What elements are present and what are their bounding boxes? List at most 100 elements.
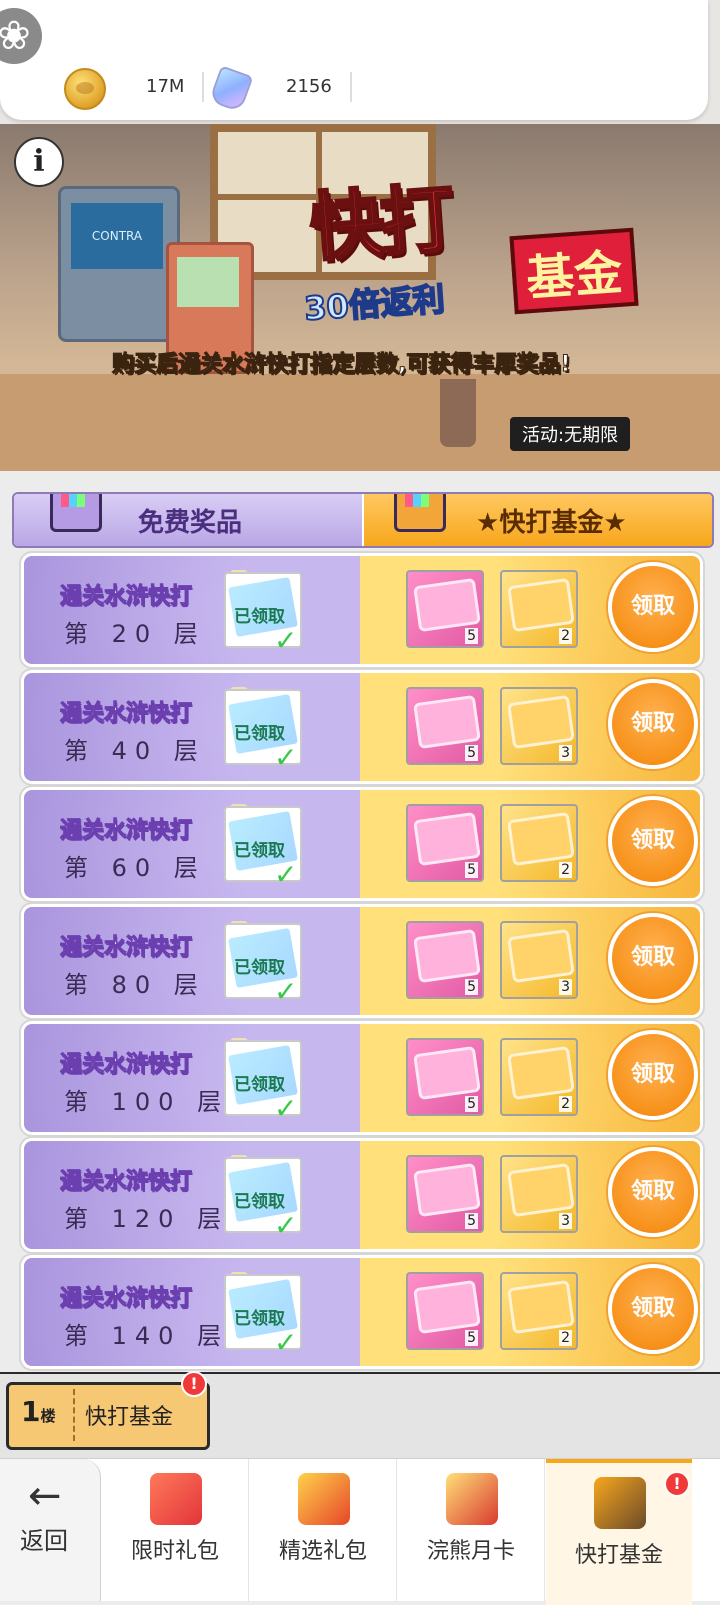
check-icon: ✓ bbox=[274, 741, 298, 774]
pink-ticket-icon bbox=[413, 577, 481, 633]
claim-button[interactable]: 领取 bbox=[608, 1264, 698, 1354]
tab-raccoon-card[interactable]: 浣熊月卡 bbox=[398, 1459, 545, 1601]
item-quantity: 3 bbox=[559, 979, 572, 995]
claim-button[interactable]: 领取 bbox=[608, 1030, 698, 1120]
row-floor: 第 120 层 bbox=[64, 1205, 230, 1233]
fund-reward-panel: 5 2 领取 bbox=[360, 790, 700, 898]
gold-ticket-item[interactable]: 3 bbox=[500, 921, 578, 999]
item-quantity: 5 bbox=[465, 1213, 478, 1229]
tab-free-label: 免费奖品 bbox=[138, 508, 243, 538]
free-reward-panel: 通关水浒快打 第 60 层 已领取 ✓ bbox=[24, 790, 360, 898]
tab-limited-gift[interactable]: 限时礼包 bbox=[102, 1459, 249, 1601]
gold-ticket-icon bbox=[507, 1279, 575, 1335]
row-title: 通关水浒快打 bbox=[59, 1169, 193, 1195]
tab-free-rewards[interactable]: 免费奖品 bbox=[14, 494, 362, 546]
gold-ticket-item[interactable]: 2 bbox=[500, 804, 578, 882]
item-quantity: 5 bbox=[465, 628, 478, 644]
reward-row: 通关水浒快打 第 100 层 已领取 ✓ 5 2 领取 bbox=[24, 1024, 700, 1132]
pink-ticket-item[interactable]: 5 bbox=[406, 687, 484, 765]
back-button[interactable]: ← 返回 bbox=[0, 1459, 101, 1601]
item-quantity: 2 bbox=[559, 1330, 572, 1346]
gold-ticket-icon bbox=[507, 577, 575, 633]
banner-title-fund: 基金 bbox=[509, 227, 639, 315]
tab-fund-label: ★快打基金★ bbox=[476, 508, 627, 538]
divider bbox=[350, 72, 352, 102]
check-icon: ✓ bbox=[274, 975, 298, 1008]
row-floor: 第 100 层 bbox=[64, 1088, 230, 1116]
item-quantity: 3 bbox=[559, 745, 572, 761]
check-icon: ✓ bbox=[274, 1326, 298, 1359]
item-quantity: 5 bbox=[465, 1330, 478, 1346]
resource-card: ❀ 17M 2156 bbox=[0, 0, 708, 120]
reward-row: 通关水浒快打 第 40 层 已领取 ✓ 5 3 领取 bbox=[24, 673, 700, 781]
tab-label: 限时礼包 bbox=[130, 1539, 219, 1564]
claim-button[interactable]: 领取 bbox=[608, 679, 698, 769]
pink-ticket-icon bbox=[413, 1279, 481, 1335]
claim-button[interactable]: 领取 bbox=[608, 1147, 698, 1237]
free-reward-panel: 通关水浒快打 第 80 层 已领取 ✓ bbox=[24, 907, 360, 1015]
gold-ticket-icon bbox=[507, 811, 575, 867]
reward-row: 通关水浒快打 第 60 层 已领取 ✓ 5 2 领取 bbox=[24, 790, 700, 898]
pink-ticket-item[interactable]: 5 bbox=[406, 570, 484, 648]
free-reward-panel: 通关水浒快打 第 20 层 已领取 ✓ bbox=[24, 556, 360, 664]
divider bbox=[202, 72, 204, 102]
claimed-ticket: 已领取 ✓ bbox=[224, 1157, 302, 1242]
claimed-ticket: 已领取 ✓ bbox=[224, 1040, 302, 1125]
gold-ticket-item[interactable]: 2 bbox=[500, 1038, 578, 1116]
duration-badge: 活动:无期限 bbox=[510, 417, 631, 451]
pink-ticket-item[interactable]: 5 bbox=[406, 1272, 484, 1350]
claim-button[interactable]: 领取 bbox=[608, 562, 698, 652]
claimed-ticket: 已领取 ✓ bbox=[224, 923, 302, 1008]
free-reward-panel: 通关水浒快打 第 100 层 已领取 ✓ bbox=[24, 1024, 360, 1132]
arcade-machine-art: CONTRA bbox=[58, 186, 180, 342]
gold-ticket-item[interactable]: 3 bbox=[500, 687, 578, 765]
star-icon: ★ bbox=[476, 508, 500, 538]
arcade-chest-icon bbox=[50, 494, 102, 532]
item-quantity: 3 bbox=[559, 1213, 572, 1229]
fund-reward-panel: 5 2 领取 bbox=[360, 1024, 700, 1132]
star-icon: ★ bbox=[603, 508, 627, 538]
check-icon: ✓ bbox=[274, 858, 298, 891]
pink-ticket-item[interactable]: 5 bbox=[406, 1038, 484, 1116]
divider bbox=[73, 1389, 75, 1441]
floor-tag[interactable]: 1楼 快打基金 ! bbox=[6, 1371, 210, 1450]
pink-ticket-item[interactable]: 5 bbox=[406, 921, 484, 999]
row-title: 通关水浒快打 bbox=[59, 1286, 193, 1312]
row-title: 通关水浒快打 bbox=[59, 818, 193, 844]
tab-fund-active[interactable]: 快打基金 ! bbox=[546, 1459, 692, 1605]
item-quantity: 2 bbox=[559, 1096, 572, 1112]
item-quantity: 2 bbox=[559, 862, 572, 878]
check-icon: ✓ bbox=[274, 624, 298, 657]
pink-ticket-item[interactable]: 5 bbox=[406, 1155, 484, 1233]
desc-after: 指定层数,可获得丰厚奖品! bbox=[310, 352, 571, 378]
desc-before: 购买后通关 bbox=[111, 352, 223, 378]
tab-selected-gift[interactable]: 精选礼包 bbox=[250, 1459, 397, 1601]
item-quantity: 2 bbox=[559, 628, 572, 644]
gold-ticket-icon bbox=[507, 1045, 575, 1101]
claim-button[interactable]: 领取 bbox=[608, 913, 698, 1003]
card-icon bbox=[446, 1473, 498, 1525]
reward-row: 通关水浒快打 第 80 层 已领取 ✓ 5 3 领取 bbox=[24, 907, 700, 1015]
item-quantity: 5 bbox=[465, 979, 478, 995]
gem-icon bbox=[208, 65, 254, 113]
pink-ticket-icon bbox=[413, 928, 481, 984]
row-floor: 第 20 层 bbox=[64, 620, 206, 648]
free-reward-panel: 通关水浒快打 第 140 层 已领取 ✓ bbox=[24, 1258, 360, 1366]
gold-ticket-item[interactable]: 2 bbox=[500, 1272, 578, 1350]
row-title: 通关水浒快打 bbox=[59, 701, 193, 727]
gift-box-icon bbox=[298, 1473, 350, 1525]
claim-button[interactable]: 领取 bbox=[608, 796, 698, 886]
tab-fund[interactable]: ★快打基金★ bbox=[364, 494, 712, 546]
reward-tabs: 免费奖品 ★快打基金★ bbox=[12, 492, 714, 548]
info-button[interactable]: i bbox=[14, 137, 64, 187]
gold-ticket-item[interactable]: 3 bbox=[500, 1155, 578, 1233]
back-arrow-icon: ← bbox=[28, 1473, 62, 1519]
arcade-chest-icon bbox=[594, 1477, 646, 1529]
tab-label: 浣熊月卡 bbox=[426, 1539, 515, 1564]
menu-flower-icon[interactable]: ❀ bbox=[0, 8, 42, 64]
claimed-ticket: 已领取 ✓ bbox=[224, 689, 302, 774]
pink-ticket-item[interactable]: 5 bbox=[406, 804, 484, 882]
gold-ticket-item[interactable]: 2 bbox=[500, 570, 578, 648]
fund-reward-panel: 5 2 领取 bbox=[360, 556, 700, 664]
gold-ticket-icon bbox=[507, 928, 575, 984]
